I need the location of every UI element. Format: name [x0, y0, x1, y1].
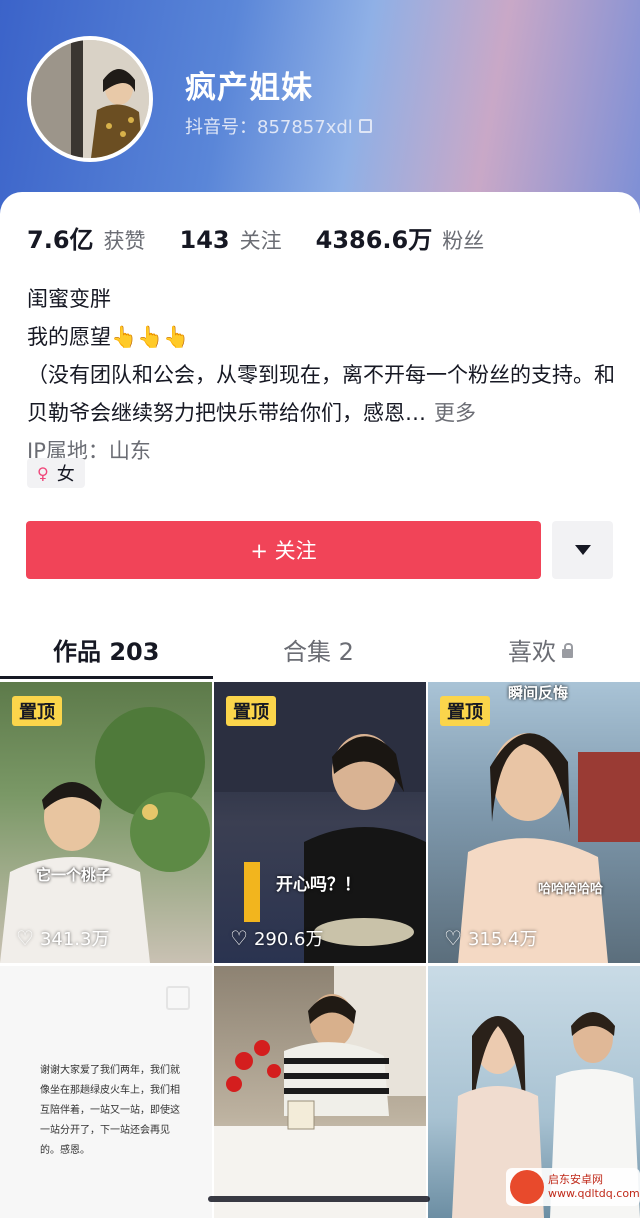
bio-line: （没有团队和公会，从零到现在，离不开每一个粉丝的支持。和贝勒爷会继续努力把快乐带… — [27, 356, 617, 432]
video-thumbnail[interactable]: 置顶 开心吗？！ ♡ 290.6万 — [214, 682, 426, 963]
gender-tag: ♀ 女 — [27, 458, 85, 488]
profile-tabs: 作品 203 合集 2 喜欢 — [0, 620, 640, 680]
tab-collections[interactable]: 合集 2 — [283, 632, 354, 667]
heart-icon: ♡ — [230, 926, 248, 950]
bio-line: 闺蜜变胖 — [27, 287, 111, 311]
pinned-badge: 置顶 — [12, 696, 62, 726]
pinned-badge: 置顶 — [440, 696, 490, 726]
like-count: 315.4万 — [467, 929, 538, 950]
video-caption-top: 瞬间反悔 — [508, 684, 569, 702]
bio-more-link[interactable]: 更多 — [434, 401, 476, 425]
like-count: 290.6万 — [253, 929, 324, 950]
pinned-badge: 置顶 — [226, 696, 276, 726]
video-caption: 它一个桃子 — [36, 866, 112, 884]
douyin-id-text: 抖音号：857857xdl — [185, 117, 353, 138]
lock-icon — [562, 642, 573, 658]
tab-works[interactable]: 作品 203 — [53, 632, 159, 667]
female-icon: ♀ — [37, 463, 49, 483]
video-thumbnail[interactable]: 谢谢大家爱了我们两年，我们就像坐在那趟绿皮火车上，我们相互陪伴着，一站又一站，即… — [0, 966, 212, 1218]
followers-label[interactable]: 粉丝 — [442, 225, 484, 255]
watermark-text: 启东安卓网 www.qdltdq.com — [548, 1173, 640, 1200]
bio-text: （没有团队和公会，从零到现在，离不开每一个粉丝的支持。和贝勒爷会继续努力把快乐带… — [27, 363, 615, 425]
gender-label: 女 — [56, 464, 75, 485]
stats-row: 7.6亿 获赞 143 关注 4386.6万 粉丝 — [27, 220, 518, 255]
followers-count[interactable]: 4386.6万 — [316, 220, 433, 255]
follow-button-label: + 关注 — [250, 539, 317, 563]
video-thumbnail[interactable]: 置顶 它一个桃子 ♡ 341.3万 — [0, 682, 212, 963]
like-count: 341.3万 — [39, 929, 110, 950]
video-likes: ♡ 341.3万 — [16, 925, 109, 951]
caret-down-icon — [574, 545, 591, 555]
active-tab-indicator — [0, 676, 213, 679]
following-count[interactable]: 143 — [180, 226, 230, 254]
video-likes: ♡ 290.6万 — [230, 925, 323, 951]
video-thumbnail[interactable]: 置顶 瞬间反悔 哈哈哈哈哈 ♡ 315.4万 — [428, 682, 640, 963]
profile-name: 疯产姐妹 — [185, 70, 313, 106]
bio-line: 我的愿望👆👆👆 — [27, 325, 190, 349]
video-thumbnail[interactable] — [214, 966, 426, 1218]
avatar[interactable] — [27, 36, 153, 162]
video-likes: ♡ 315.4万 — [444, 925, 537, 951]
follow-button[interactable]: + 关注 — [26, 521, 541, 579]
bio: 闺蜜变胖 我的愿望👆👆👆 （没有团队和公会，从零到现在，离不开每一个粉丝的支持。… — [27, 280, 617, 470]
ip-location: IP属地：山东 — [27, 439, 151, 463]
video-caption: 哈哈哈哈哈 — [538, 882, 604, 897]
heart-icon: ♡ — [16, 926, 34, 950]
copy-icon[interactable] — [358, 119, 372, 133]
image-icon — [166, 986, 190, 1010]
likes-count: 7.6亿 — [27, 226, 94, 254]
heart-icon: ♡ — [444, 926, 462, 950]
likes-label: 获赞 — [103, 229, 146, 253]
douyin-id[interactable]: 抖音号：857857xdl — [185, 113, 372, 139]
video-letter-text: 谢谢大家爱了我们两年，我们就像坐在那趟绿皮火车上，我们相互陪伴着，一站又一站，即… — [40, 1065, 180, 1156]
watermark: 启东安卓网 www.qdltdq.com — [506, 1168, 640, 1206]
home-indicator — [208, 1196, 430, 1202]
following-label[interactable]: 关注 — [240, 225, 282, 255]
watermark-logo-icon — [510, 1170, 544, 1204]
tab-likes-label: 喜欢 — [508, 638, 556, 666]
more-options-button[interactable] — [552, 521, 613, 579]
tab-likes[interactable]: 喜欢 — [508, 632, 573, 667]
video-caption: 开心吗？！ — [276, 875, 361, 895]
